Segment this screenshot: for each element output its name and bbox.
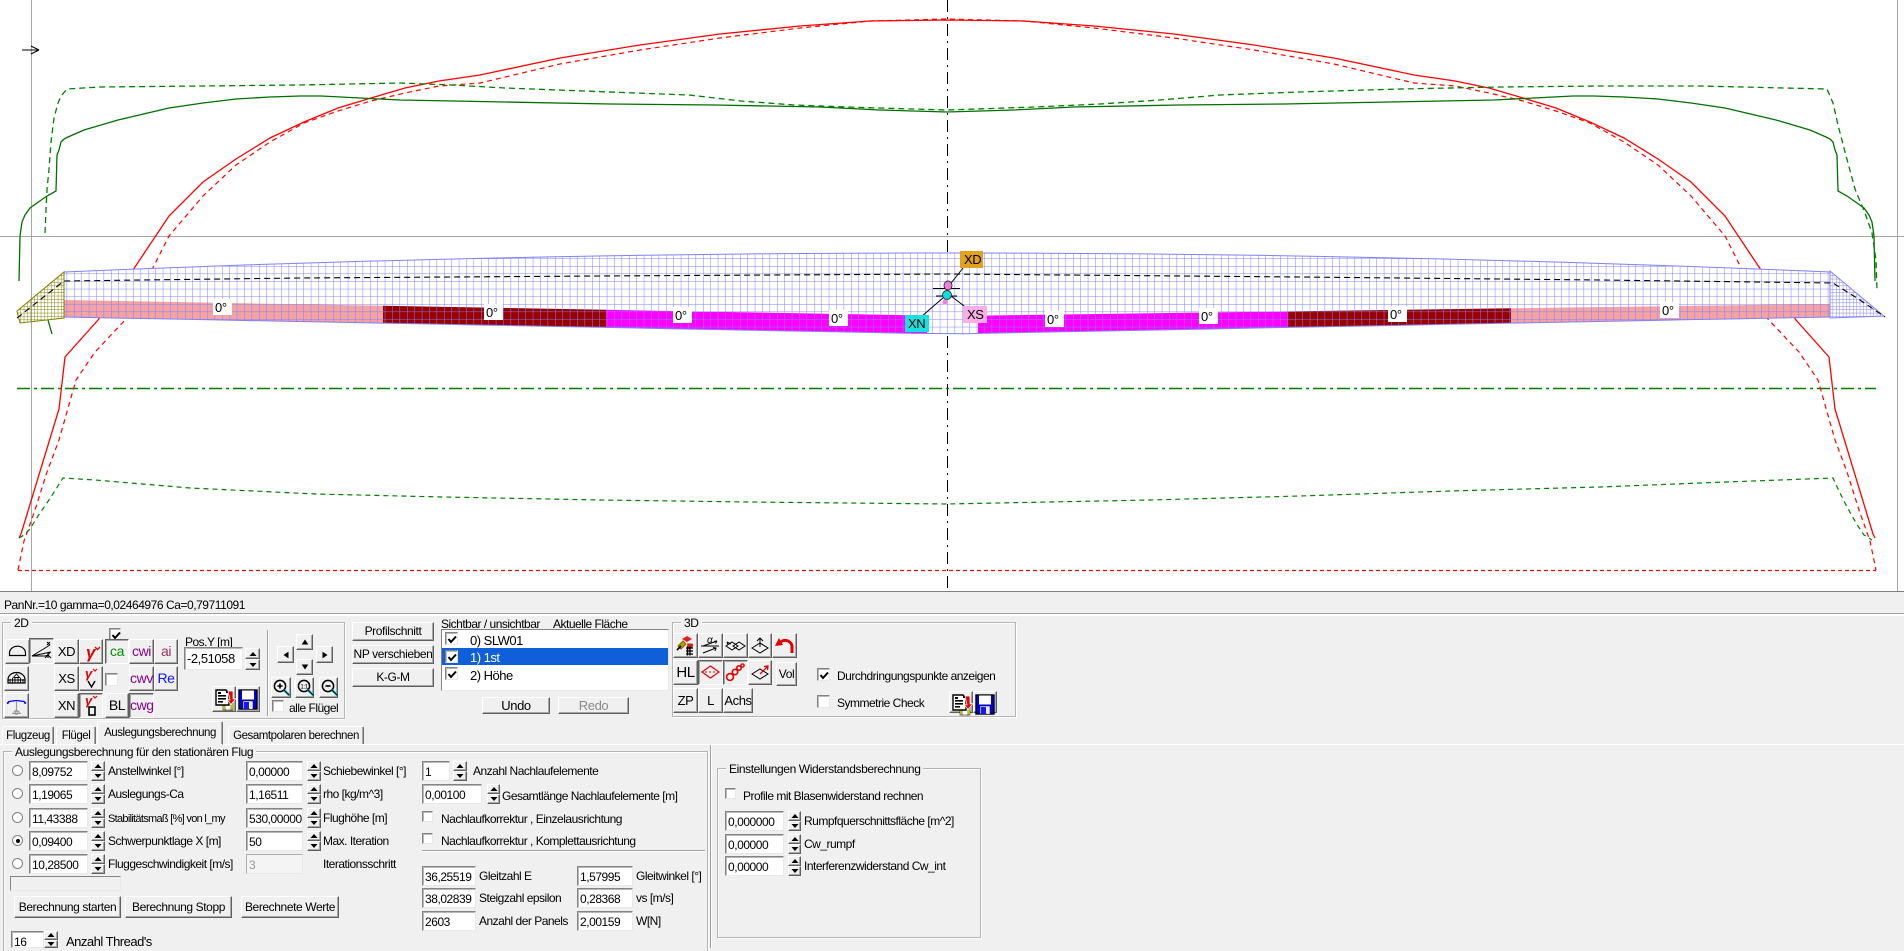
svg-text:XD: XD bbox=[964, 252, 981, 267]
svg-text:0°: 0° bbox=[675, 308, 687, 323]
svg-text:0°: 0° bbox=[1390, 307, 1402, 322]
svg-text:0°: 0° bbox=[1662, 303, 1674, 318]
svg-text:γ: γ bbox=[85, 694, 93, 708]
svg-text:XS: XS bbox=[967, 307, 984, 322]
svg-text:γ: γ bbox=[85, 667, 93, 681]
svg-text:XN: XN bbox=[908, 316, 925, 331]
svg-text:0°: 0° bbox=[215, 300, 227, 315]
svg-text:γ: γ bbox=[86, 643, 97, 662]
svg-text:1:1: 1:1 bbox=[300, 684, 309, 691]
svg-text:0°: 0° bbox=[486, 305, 498, 320]
svg-text:0°: 0° bbox=[1201, 309, 1213, 324]
svg-text:0°: 0° bbox=[1047, 312, 1059, 327]
svg-text:0°: 0° bbox=[831, 311, 843, 326]
